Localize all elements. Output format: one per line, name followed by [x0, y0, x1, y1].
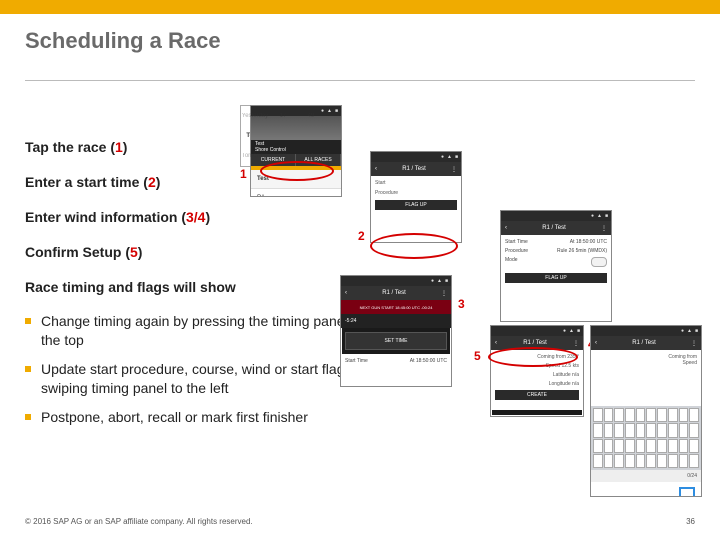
bullet-dot-icon	[25, 414, 31, 420]
share-icon[interactable]: ⋮	[691, 340, 697, 347]
start-time-label: Start Time	[505, 239, 528, 245]
mode-label: Mode	[505, 257, 518, 267]
screen-title: R1 / Test	[402, 166, 426, 172]
screen-body: Coming from Speed	[591, 350, 701, 406]
status-bar: ●▲■	[591, 326, 701, 336]
flag-up-button[interactable]: FLAG UP	[505, 273, 607, 283]
screenshot-7: ●▲■ ‹ R1 / Test ⋮ Coming from Speed 0/24	[590, 325, 702, 497]
back-icon[interactable]: ‹	[345, 290, 347, 296]
start-time-value: At 18:50:00 UTC	[410, 358, 447, 364]
callout-2: 2	[358, 229, 365, 243]
set-time-button[interactable]: SET TIME	[345, 332, 447, 350]
start-label: Start	[375, 180, 457, 186]
slide-title: Scheduling a Race	[25, 28, 221, 54]
screen-title: R1 / Test	[632, 340, 656, 346]
mode-toggle[interactable]	[591, 257, 607, 267]
accent-bar	[0, 0, 720, 14]
wind-speed-label: Speed	[595, 360, 697, 366]
procedure-label: Procedure	[375, 190, 457, 196]
title-divider	[25, 80, 695, 81]
callout-ring-2	[370, 233, 458, 259]
procedure-value[interactable]: Rule 26 5min (WMDX)	[557, 248, 607, 254]
latitude-value: n/a	[572, 372, 579, 378]
page-number: 36	[686, 517, 695, 526]
share-icon[interactable]: ⋮	[601, 225, 607, 232]
step-2-num: 2	[148, 174, 156, 190]
screen-title: R1 / Test	[382, 290, 406, 296]
screen-header: ‹ R1 / Test ⋮	[371, 162, 461, 176]
back-icon[interactable]: ‹	[505, 225, 507, 231]
step-3-num: 3/4	[186, 209, 205, 225]
keyboard-switch-icon[interactable]	[679, 487, 695, 497]
longitude-label: Longitude	[549, 381, 571, 387]
screen-body: Start Time At 18:50:00 UTC	[341, 354, 451, 387]
screenshot-5: ●▲■ ‹ R1 / Test ⋮ NEXT GUN START 18:45:00 …	[340, 275, 452, 387]
bullet-dot-icon	[25, 366, 31, 372]
screenshot-2: ●▲■ ‹ R1 / Test ⋮ Start Procedure FLAG UP	[370, 151, 462, 243]
back-icon[interactable]: ‹	[595, 340, 597, 346]
callout-ring-5	[488, 347, 578, 367]
status-bar: ●▲■	[491, 326, 583, 336]
footer: © 2016 SAP AG or an SAP affiliate compan…	[25, 517, 695, 526]
status-bar: ●▲■	[501, 211, 611, 221]
share-icon[interactable]: ⋮	[573, 340, 579, 347]
step-1-num: 1	[115, 139, 123, 155]
create-button[interactable]: CREATE	[495, 390, 579, 400]
keyboard-bottom	[591, 482, 701, 497]
callout-1: 1	[240, 167, 247, 181]
status-bar: ●▲■	[341, 276, 451, 286]
procedure-label: Procedure	[505, 248, 528, 254]
status-bar: ●▲■	[371, 152, 461, 162]
picker-cell[interactable]: Yesterday	[241, 106, 269, 126]
step-2-pre: Enter a start time (	[25, 174, 148, 190]
screen-body: Start Time At 18:50:00 UTC Procedure Rule …	[501, 235, 611, 322]
screen-header: ‹ R1 / Test ⋮	[341, 286, 451, 300]
step-2-post: )	[156, 174, 161, 190]
bullet-dot-icon	[25, 318, 31, 324]
share-icon[interactable]: ⋮	[441, 290, 447, 297]
screen-title: R1 / Test	[542, 225, 566, 231]
screen-title: R1 / Test	[523, 340, 547, 346]
screen-header: ‹ R1 / Test ⋮	[591, 336, 701, 350]
longitude-value: n/a	[572, 381, 579, 387]
picker-cell[interactable]: Tomorrow	[241, 146, 269, 166]
step-1-post: )	[123, 139, 128, 155]
screen-header: ‹ R1 / Test ⋮	[501, 221, 611, 235]
slide: Scheduling a Race Tap the race (1) Enter…	[0, 0, 720, 540]
picker-cell[interactable]: 19	[269, 146, 297, 166]
screenshot-6: ●▲■ ‹R1 / Test⋮ Coming from 235 ° Speed …	[490, 325, 584, 417]
back-icon[interactable]: ‹	[375, 166, 377, 172]
keyboard-counter: 0/24	[591, 470, 701, 482]
step-4-num: 5	[130, 244, 138, 260]
share-icon[interactable]: ⋮	[451, 166, 457, 173]
picker-cell[interactable]: 17	[269, 106, 297, 126]
flag-up-button[interactable]: FLAG UP	[375, 200, 457, 210]
step-3-post: )	[205, 209, 210, 225]
step-3-pre: Enter wind information (	[25, 209, 186, 225]
step-1-pre: Tap the race (	[25, 139, 115, 155]
step-4-pre: Confirm Setup (	[25, 244, 130, 260]
step-4-post: )	[138, 244, 143, 260]
countdown-banner[interactable]: NEXT GUN START 18:45:00 UTC -00:24	[341, 300, 451, 314]
screenshot-4: ●▲■ ‹ R1 / Test ⋮ Start Time At 18:50:00 UT…	[500, 210, 612, 322]
callout-3: 3	[458, 297, 465, 311]
picker-cell[interactable]: 49	[297, 106, 325, 126]
race-row-1[interactable]: R1	[251, 189, 341, 197]
screenshot-cluster: ●▲■ Test Shore Control CURRENT ALL RACES…	[240, 105, 710, 475]
copyright: © 2016 SAP AG or an SAP affiliate compan…	[25, 517, 253, 526]
countdown-value: -5:24	[341, 314, 451, 328]
keyboard[interactable]	[591, 406, 701, 470]
back-icon[interactable]: ‹	[495, 340, 497, 346]
callout-5: 5	[474, 349, 481, 363]
start-time-value[interactable]: At 18:50:00 UTC	[570, 239, 607, 245]
latitude-label: Latitude	[553, 372, 571, 378]
picker-cell[interactable]: 51	[297, 146, 325, 166]
start-time-label: Start Time	[345, 358, 368, 364]
